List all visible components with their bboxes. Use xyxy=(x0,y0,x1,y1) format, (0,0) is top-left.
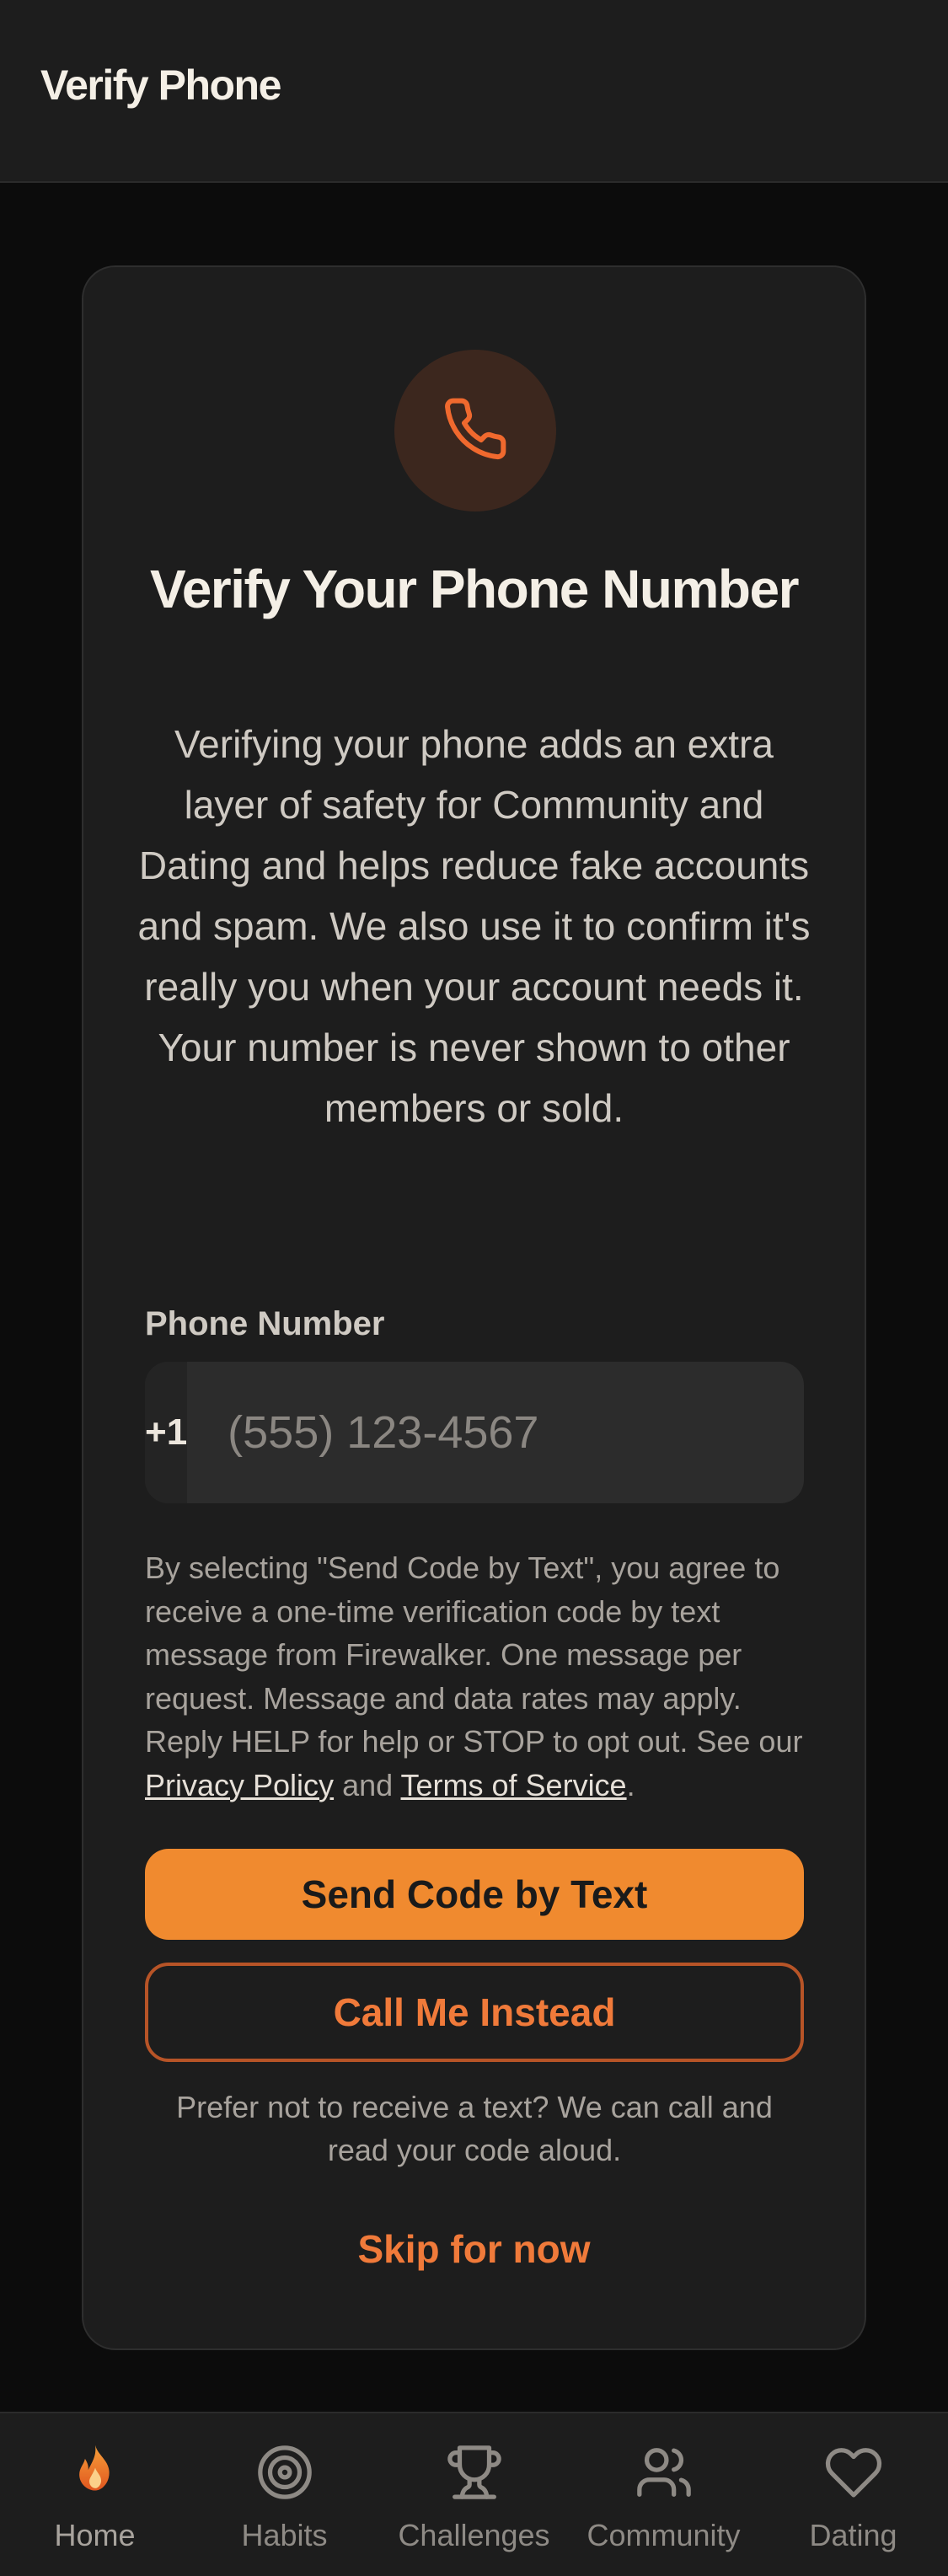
users-icon xyxy=(630,2439,698,2506)
send-code-button[interactable]: Send Code by Text xyxy=(145,1849,804,1940)
bottom-nav: Home Habits Challenges Community Dating xyxy=(0,2412,948,2576)
call-me-button[interactable]: Call Me Instead xyxy=(145,1963,804,2062)
nav-item-home[interactable]: Home xyxy=(0,2413,190,2576)
target-icon xyxy=(251,2439,319,2506)
nav-label-dating: Dating xyxy=(809,2518,897,2552)
nav-item-community[interactable]: Community xyxy=(569,2413,758,2576)
sms-consent-text: By selecting "Send Code by Text", you ag… xyxy=(145,1546,811,1807)
nav-label-challenges: Challenges xyxy=(398,2518,550,2552)
call-note: Prefer not to receive a text? We can cal… xyxy=(176,2090,773,2167)
card-description: Verifying your phone adds an extra layer… xyxy=(137,722,811,1130)
nav-label-habits: Habits xyxy=(241,2518,328,2552)
terms-of-service-link[interactable]: Terms of Service xyxy=(401,1768,627,1802)
heart-icon xyxy=(820,2439,887,2506)
consent-and: and xyxy=(342,1767,394,1802)
phone-input-group: +1 xyxy=(145,1362,804,1503)
phone-number-label: Phone Number xyxy=(145,1305,385,1342)
flame-icon xyxy=(62,2439,129,2506)
app-screen: Verify Phone Verify Your Phone Number Ve… xyxy=(0,0,948,2576)
nav-item-habits[interactable]: Habits xyxy=(190,2413,379,2576)
verify-card: Verify Your Phone Number Verifying your … xyxy=(82,265,866,2350)
phone-icon-badge xyxy=(394,350,556,511)
consent-end: . xyxy=(626,1767,635,1802)
top-bar: Verify Phone xyxy=(0,0,948,183)
skip-link[interactable]: Skip for now xyxy=(83,2226,865,2272)
nav-item-challenges[interactable]: Challenges xyxy=(379,2413,569,2576)
card-title: Verify Your Phone Number xyxy=(150,559,799,619)
phone-icon xyxy=(442,395,509,467)
page-title: Verify Phone xyxy=(40,62,281,109)
trophy-icon xyxy=(441,2439,508,2506)
nav-item-dating[interactable]: Dating xyxy=(758,2413,948,2576)
phone-number-input[interactable] xyxy=(187,1362,804,1503)
consent-body: By selecting "Send Code by Text", you ag… xyxy=(145,1550,803,1759)
nav-label-community: Community xyxy=(586,2518,741,2552)
privacy-policy-link[interactable]: Privacy Policy xyxy=(145,1768,334,1802)
country-code-selector[interactable]: +1 xyxy=(145,1362,188,1503)
nav-label-home: Home xyxy=(54,2518,136,2552)
